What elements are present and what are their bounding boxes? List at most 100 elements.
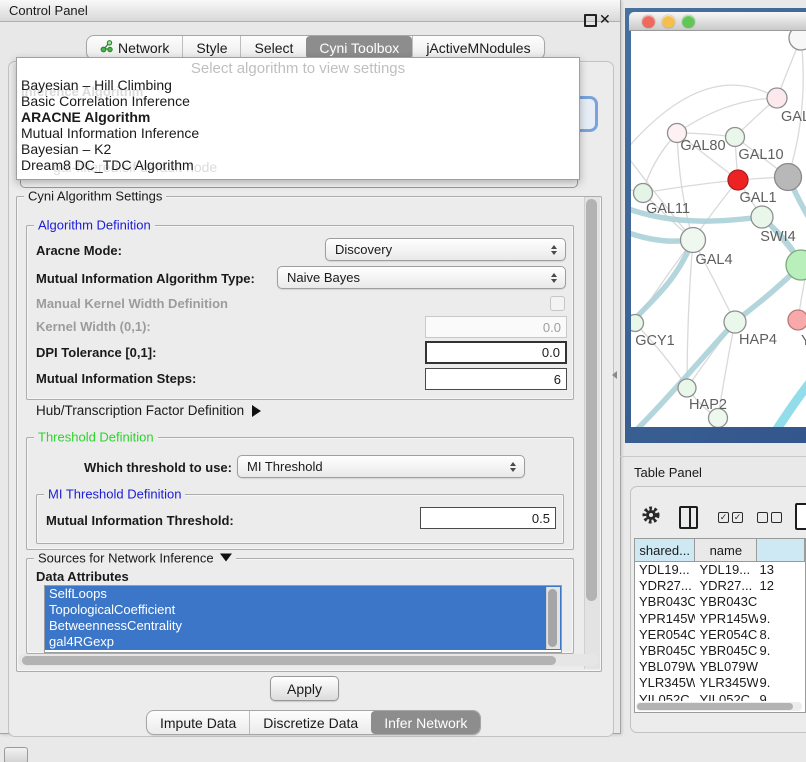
table-cell[interactable] bbox=[758, 593, 805, 609]
table-cell[interactable]: YBR043C bbox=[695, 593, 757, 609]
table-row[interactable]: YER054CYER054C8. bbox=[635, 626, 805, 642]
table-cell[interactable]: YDR27... bbox=[635, 577, 695, 593]
select-all-checked-icon[interactable]: ✓✓ bbox=[718, 512, 743, 523]
table-cell[interactable]: YBR043C bbox=[635, 593, 695, 609]
network-node[interactable] bbox=[728, 170, 748, 190]
dropdown-item-basic-correlation-inference[interactable]: Basic Correlation Inference bbox=[17, 93, 579, 109]
table-row[interactable]: YIL052CYIL052C9 bbox=[635, 691, 805, 702]
dropdown-item-bayesian-k2[interactable]: Bayesian – K2 bbox=[17, 141, 579, 157]
table-cell[interactable]: YER054C bbox=[695, 626, 757, 642]
table-cell[interactable]: YIL052C bbox=[635, 691, 695, 702]
mi-algorithm-type-combo[interactable]: Naive Bayes bbox=[277, 266, 566, 289]
which-threshold-combo[interactable]: MI Threshold bbox=[237, 455, 525, 478]
aracne-mode-combo[interactable]: Discovery bbox=[325, 238, 566, 261]
column-header-name[interactable]: name bbox=[695, 539, 757, 561]
table-row[interactable]: YDL19...YDL19...13 bbox=[635, 561, 805, 577]
table-cell[interactable]: YBL079W bbox=[635, 658, 695, 674]
hub-definition-expander[interactable]: Hub/Transcription Factor Definition bbox=[36, 403, 261, 418]
sources-title[interactable]: Sources for Network Inference bbox=[34, 551, 236, 566]
minimize-traffic-light[interactable] bbox=[662, 15, 675, 28]
network-node[interactable] bbox=[681, 228, 706, 253]
table-cell[interactable] bbox=[758, 658, 805, 674]
table-cell[interactable]: 8. bbox=[758, 626, 805, 642]
table-cell[interactable]: YDL19... bbox=[635, 561, 695, 577]
tab-network[interactable]: Network bbox=[87, 36, 182, 59]
table-hscrollbar-track[interactable] bbox=[636, 702, 802, 711]
table-cell[interactable]: YER054C bbox=[635, 626, 695, 642]
apply-button[interactable]: Apply bbox=[270, 676, 339, 701]
settings-hscrollbar-thumb[interactable] bbox=[22, 656, 556, 665]
table-cell[interactable]: YPR145W bbox=[635, 610, 695, 626]
mi-steps-field[interactable]: 6 bbox=[425, 368, 567, 390]
dropdown-item-mutual-information-inference[interactable]: Mutual Information Inference bbox=[17, 125, 579, 141]
table-row[interactable]: YLR345WYLR345W9. bbox=[635, 674, 805, 690]
network-node[interactable] bbox=[726, 128, 745, 147]
tab-jactivemnodules[interactable]: jActiveMNodules bbox=[412, 36, 543, 59]
table-row[interactable]: YDR27...YDR27...12 bbox=[635, 577, 805, 593]
table-cell[interactable]: YBR045C bbox=[695, 642, 757, 658]
network-window-titlebar[interactable] bbox=[629, 12, 806, 31]
table-cell[interactable]: YLR345W bbox=[695, 674, 757, 690]
network-node[interactable] bbox=[789, 31, 806, 50]
table-cell[interactable]: YLR345W bbox=[635, 674, 695, 690]
network-node[interactable] bbox=[775, 164, 802, 191]
table-cell[interactable]: 9. bbox=[758, 610, 805, 626]
mi-threshold-field[interactable]: 0.5 bbox=[420, 507, 556, 529]
file-icon[interactable] bbox=[795, 503, 806, 530]
dropdown-item-dream8-dc-tdc-algorithm[interactable]: Dream8 DC_TDC Algorithm bbox=[17, 157, 579, 173]
select-none-icon[interactable] bbox=[757, 512, 782, 523]
list-item-selfloops[interactable]: SelfLoops bbox=[45, 586, 561, 602]
table-cell[interactable]: 9 bbox=[758, 691, 805, 702]
table-cell[interactable]: 9. bbox=[758, 674, 805, 690]
list-item-topologicalcoefficient[interactable]: TopologicalCoefficient bbox=[45, 602, 561, 618]
table-cell[interactable]: 12 bbox=[758, 577, 805, 593]
network-node[interactable] bbox=[631, 315, 644, 332]
split-columns-icon[interactable] bbox=[679, 506, 698, 529]
table-cell[interactable]: YBL079W bbox=[695, 658, 757, 674]
network-node[interactable] bbox=[751, 206, 773, 228]
column-header-col3[interactable] bbox=[757, 539, 805, 561]
table-row[interactable]: YPR145WYPR145W9. bbox=[635, 610, 805, 626]
column-header-shared[interactable]: shared... bbox=[635, 539, 695, 561]
table-cell[interactable]: YIL052C bbox=[695, 691, 757, 702]
close-icon[interactable]: ✕ bbox=[599, 11, 611, 28]
table-cell[interactable]: YDR27... bbox=[695, 577, 757, 593]
network-node[interactable] bbox=[634, 184, 653, 203]
table-row[interactable]: YBR043CYBR043C bbox=[635, 593, 805, 609]
zoom-traffic-light[interactable] bbox=[682, 15, 695, 28]
table-cell[interactable]: YBR045C bbox=[635, 642, 695, 658]
float-window-icon[interactable] bbox=[584, 14, 597, 27]
table-cell[interactable]: 9. bbox=[758, 642, 805, 658]
divider-collapse-handle[interactable] bbox=[612, 371, 617, 379]
table-hscrollbar-thumb[interactable] bbox=[637, 703, 793, 710]
close-traffic-light[interactable] bbox=[642, 15, 655, 28]
table-settings-gear-icon[interactable] bbox=[641, 505, 661, 530]
network-view[interactable]: GALGAL80GAL10GAL1GAL11SWI4GAL4GCY1HAP4YH… bbox=[631, 31, 806, 427]
tab-style[interactable]: Style bbox=[182, 36, 240, 59]
combo-arrows-icon bbox=[510, 462, 516, 472]
tab-impute-data[interactable]: Impute Data bbox=[147, 711, 249, 734]
network-node[interactable] bbox=[767, 88, 787, 108]
table-cell[interactable]: 13 bbox=[758, 561, 805, 577]
minimized-panel-icon[interactable] bbox=[4, 747, 28, 762]
table-cell[interactable]: YDL19... bbox=[695, 561, 757, 577]
dropdown-item-bayesian-hill-climbing[interactable]: Bayesian – Hill Climbing bbox=[17, 77, 579, 93]
settings-scrollbar-thumb[interactable] bbox=[586, 199, 597, 601]
list-item-gal4rgexp[interactable]: gal4RGexp bbox=[45, 634, 561, 650]
dpi-tolerance-field[interactable]: 0.0 bbox=[425, 341, 567, 364]
network-node[interactable] bbox=[678, 379, 696, 397]
table-cell[interactable]: YPR145W bbox=[695, 610, 757, 626]
dropdown-item-aracne-algorithm[interactable]: ARACNE Algorithm bbox=[17, 109, 579, 125]
list-item-betweennesscentrality[interactable]: BetweennessCentrality bbox=[45, 618, 561, 634]
table-row[interactable]: YBL079WYBL079W bbox=[635, 658, 805, 674]
tab-infer-network[interactable]: Infer Network bbox=[371, 711, 480, 734]
tab-cyni-toolbox[interactable]: Cyni Toolbox bbox=[306, 36, 412, 59]
attributes-scrollbar-thumb[interactable] bbox=[548, 589, 557, 647]
table-row[interactable]: YBR045CYBR045C9. bbox=[635, 642, 805, 658]
which-threshold-label: Which threshold to use: bbox=[60, 460, 232, 475]
table-panel-title: Table Panel bbox=[634, 465, 702, 480]
network-node[interactable] bbox=[724, 311, 746, 333]
tab-discretize-data[interactable]: Discretize Data bbox=[249, 711, 371, 734]
tab-select[interactable]: Select bbox=[240, 36, 306, 59]
network-node[interactable] bbox=[788, 310, 806, 330]
